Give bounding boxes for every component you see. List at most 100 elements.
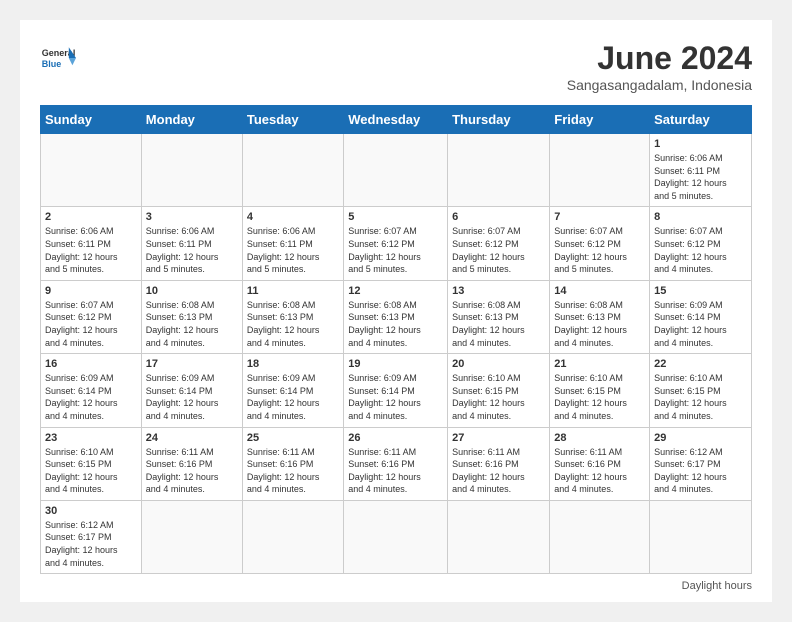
calendar-cell: 10 Sunrise: 6:08 AM Sunset: 6:13 PM Dayli… — [141, 280, 242, 353]
day-info: Sunrise: 6:08 AM Sunset: 6:13 PM Dayligh… — [146, 299, 238, 349]
calendar-cell: 14Sunrise: 6:08 AM Sunset: 6:13 PM Dayli… — [550, 280, 650, 353]
day-number: 13 — [452, 285, 545, 297]
day-number: 11 — [247, 285, 339, 297]
calendar-cell: 13 Sunrise: 6:08 AM Sunset: 6:13 PM Dayli… — [448, 280, 550, 353]
calendar-cell: 25 Sunrise: 6:11 AM Sunset: 6:16 PM Dayli… — [242, 427, 343, 500]
calendar-cell: 23 Sunrise: 6:10 AM Sunset: 6:15 PM Dayli… — [41, 427, 142, 500]
day-info: Sunrise: 6:09 AM Sunset: 6:14 PM Dayligh… — [146, 372, 238, 422]
calendar-cell — [448, 134, 550, 207]
daylight-label: Daylight hours — [682, 580, 752, 592]
calendar-cell: 18 Sunrise: 6:09 AM Sunset: 6:14 PM Dayli… — [242, 354, 343, 427]
col-header-saturday: Saturday — [650, 106, 752, 134]
day-number: 23 — [45, 432, 137, 444]
calendar-cell — [41, 134, 142, 207]
day-number: 27 — [452, 432, 545, 444]
day-number: 9 — [45, 285, 137, 297]
day-info: Sunrise: 6:06 AM Sunset: 6:11 PM Dayligh… — [45, 225, 137, 275]
calendar-cell: 6 Sunrise: 6:07 AM Sunset: 6:12 PM Daylig… — [448, 207, 550, 280]
day-number: 10 — [146, 285, 238, 297]
day-number: 8 — [654, 211, 747, 223]
calendar-cell — [242, 134, 343, 207]
calendar-cell: 16 Sunrise: 6:09 AM Sunset: 6:14 PM Dayli… — [41, 354, 142, 427]
col-header-monday: Monday — [141, 106, 242, 134]
logo: General Blue — [40, 40, 76, 76]
calendar-cell: 9 Sunrise: 6:07 AM Sunset: 6:12 PM Daylig… — [41, 280, 142, 353]
day-info: Sunrise: 6:09 AM Sunset: 6:14 PM Dayligh… — [247, 372, 339, 422]
day-info: Sunrise: 6:10 AM Sunset: 6:15 PM Dayligh… — [554, 372, 645, 422]
calendar-cell: 22Sunrise: 6:10 AM Sunset: 6:15 PM Dayli… — [650, 354, 752, 427]
day-number: 20 — [452, 358, 545, 370]
calendar-header-row: SundayMondayTuesdayWednesdayThursdayFrid… — [41, 106, 752, 134]
calendar-cell — [650, 500, 752, 573]
calendar-cell: 4Sunrise: 6:06 AM Sunset: 6:11 PM Daylig… — [242, 207, 343, 280]
day-number: 16 — [45, 358, 137, 370]
calendar-cell: 19Sunrise: 6:09 AM Sunset: 6:14 PM Dayli… — [344, 354, 448, 427]
day-number: 1 — [654, 138, 747, 150]
calendar-week-4: 23 Sunrise: 6:10 AM Sunset: 6:15 PM Dayli… — [41, 427, 752, 500]
day-number: 14 — [554, 285, 645, 297]
day-number: 21 — [554, 358, 645, 370]
day-info: Sunrise: 6:08 AM Sunset: 6:13 PM Dayligh… — [348, 299, 443, 349]
calendar-cell: 24Sunrise: 6:11 AM Sunset: 6:16 PM Dayli… — [141, 427, 242, 500]
day-info: Sunrise: 6:09 AM Sunset: 6:14 PM Dayligh… — [654, 299, 747, 349]
calendar-cell — [344, 500, 448, 573]
day-info: Sunrise: 6:07 AM Sunset: 6:12 PM Dayligh… — [45, 299, 137, 349]
day-info: Sunrise: 6:07 AM Sunset: 6:12 PM Dayligh… — [348, 225, 443, 275]
calendar-cell — [550, 500, 650, 573]
footer-note: Daylight hours — [40, 580, 752, 592]
day-info: Sunrise: 6:08 AM Sunset: 6:13 PM Dayligh… — [452, 299, 545, 349]
calendar-cell: 12Sunrise: 6:08 AM Sunset: 6:13 PM Dayli… — [344, 280, 448, 353]
col-header-wednesday: Wednesday — [344, 106, 448, 134]
day-info: Sunrise: 6:06 AM Sunset: 6:11 PM Dayligh… — [146, 225, 238, 275]
calendar-cell: 5 Sunrise: 6:07 AM Sunset: 6:12 PM Daylig… — [344, 207, 448, 280]
calendar-cell: 28Sunrise: 6:11 AM Sunset: 6:16 PM Dayli… — [550, 427, 650, 500]
calendar-page: General Blue June 2024 Sangasangadalam, … — [20, 20, 772, 602]
location-label: Sangasangadalam, Indonesia — [567, 77, 752, 93]
day-number: 3 — [146, 211, 238, 223]
day-number: 26 — [348, 432, 443, 444]
calendar-week-2: 9 Sunrise: 6:07 AM Sunset: 6:12 PM Daylig… — [41, 280, 752, 353]
day-number: 6 — [452, 211, 545, 223]
calendar-week-1: 2 Sunrise: 6:06 AM Sunset: 6:11 PM Daylig… — [41, 207, 752, 280]
svg-text:Blue: Blue — [42, 59, 62, 69]
calendar-cell: 29Sunrise: 6:12 AM Sunset: 6:17 PM Dayli… — [650, 427, 752, 500]
calendar-cell: 11 Sunrise: 6:08 AM Sunset: 6:13 PM Dayli… — [242, 280, 343, 353]
calendar-cell — [344, 134, 448, 207]
day-number: 25 — [247, 432, 339, 444]
day-info: Sunrise: 6:07 AM Sunset: 6:12 PM Dayligh… — [654, 225, 747, 275]
day-number: 17 — [146, 358, 238, 370]
day-info: Sunrise: 6:10 AM Sunset: 6:15 PM Dayligh… — [452, 372, 545, 422]
month-title: June 2024 — [567, 40, 752, 77]
calendar-cell: 20 Sunrise: 6:10 AM Sunset: 6:15 PM Dayli… — [448, 354, 550, 427]
title-block: June 2024 Sangasangadalam, Indonesia — [567, 40, 752, 93]
calendar-cell — [550, 134, 650, 207]
day-number: 5 — [348, 211, 443, 223]
calendar-week-5: 30 Sunrise: 6:12 AM Sunset: 6:17 PM Dayli… — [41, 500, 752, 573]
calendar-cell: 3 Sunrise: 6:06 AM Sunset: 6:11 PM Daylig… — [141, 207, 242, 280]
day-info: Sunrise: 6:08 AM Sunset: 6:13 PM Dayligh… — [247, 299, 339, 349]
day-info: Sunrise: 6:11 AM Sunset: 6:16 PM Dayligh… — [247, 446, 339, 496]
calendar-cell: 1 Sunrise: 6:06 AM Sunset: 6:11 PM Daylig… — [650, 134, 752, 207]
calendar-cell: 21 Sunrise: 6:10 AM Sunset: 6:15 PM Dayli… — [550, 354, 650, 427]
calendar-week-0: 1 Sunrise: 6:06 AM Sunset: 6:11 PM Daylig… — [41, 134, 752, 207]
day-info: Sunrise: 6:12 AM Sunset: 6:17 PM Dayligh… — [654, 446, 747, 496]
day-number: 28 — [554, 432, 645, 444]
day-info: Sunrise: 6:06 AM Sunset: 6:11 PM Dayligh… — [654, 152, 747, 202]
calendar-cell — [242, 500, 343, 573]
calendar-cell: 7Sunrise: 6:07 AM Sunset: 6:12 PM Daylig… — [550, 207, 650, 280]
calendar-cell: 17 Sunrise: 6:09 AM Sunset: 6:14 PM Dayli… — [141, 354, 242, 427]
day-info: Sunrise: 6:10 AM Sunset: 6:15 PM Dayligh… — [654, 372, 747, 422]
day-number: 2 — [45, 211, 137, 223]
day-info: Sunrise: 6:10 AM Sunset: 6:15 PM Dayligh… — [45, 446, 137, 496]
calendar-cell: 2 Sunrise: 6:06 AM Sunset: 6:11 PM Daylig… — [41, 207, 142, 280]
day-number: 30 — [45, 505, 137, 517]
calendar-cell: 26Sunrise: 6:11 AM Sunset: 6:16 PM Dayli… — [344, 427, 448, 500]
day-info: Sunrise: 6:07 AM Sunset: 6:12 PM Dayligh… — [452, 225, 545, 275]
calendar-cell — [141, 500, 242, 573]
day-number: 18 — [247, 358, 339, 370]
day-info: Sunrise: 6:12 AM Sunset: 6:17 PM Dayligh… — [45, 519, 137, 569]
day-info: Sunrise: 6:09 AM Sunset: 6:14 PM Dayligh… — [45, 372, 137, 422]
col-header-sunday: Sunday — [41, 106, 142, 134]
calendar-cell: 8 Sunrise: 6:07 AM Sunset: 6:12 PM Daylig… — [650, 207, 752, 280]
day-number: 7 — [554, 211, 645, 223]
